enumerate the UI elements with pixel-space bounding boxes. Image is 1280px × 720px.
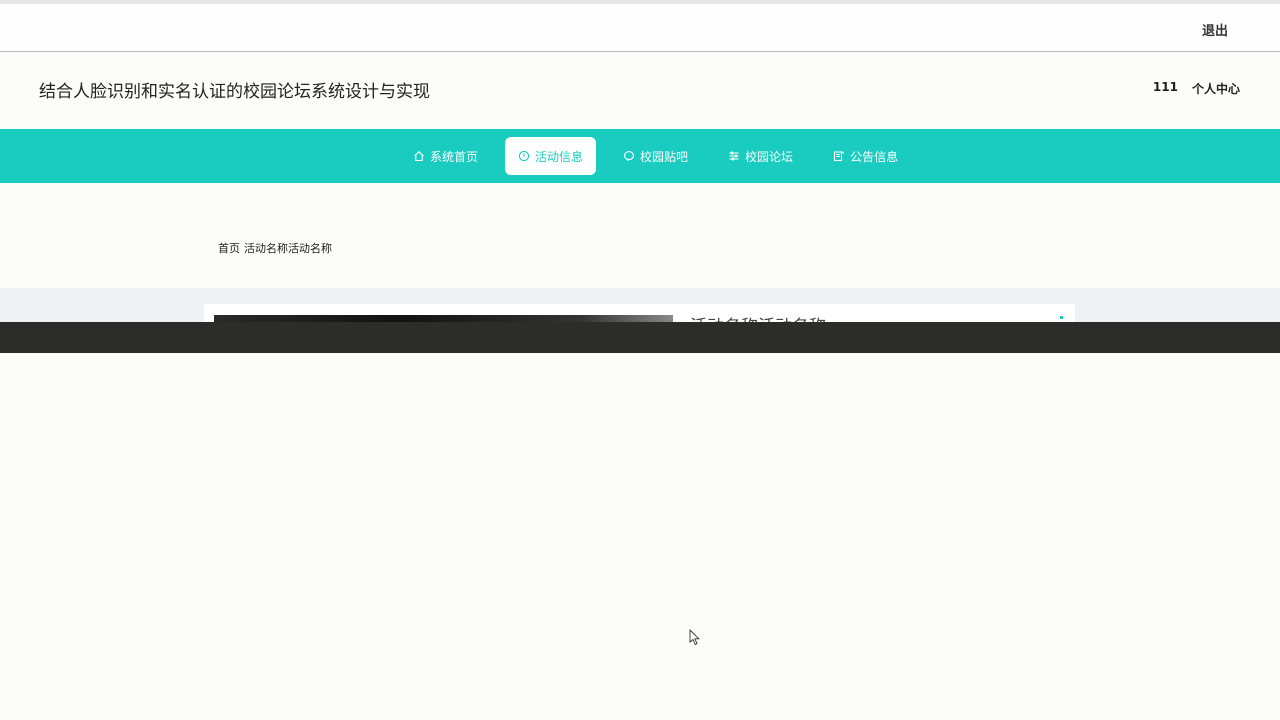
breadcrumb-home[interactable]: 首页 (218, 240, 240, 256)
dark-overlay-band (0, 322, 1280, 353)
nav-item-tieba[interactable]: 校园贴吧 (610, 137, 701, 175)
profile-link[interactable]: 个人中心 (1192, 80, 1240, 97)
nav-item-home[interactable]: 系统首页 (400, 137, 491, 175)
chat-icon (624, 151, 634, 162)
breadcrumb-current: 活动名称活动名称 (244, 242, 332, 255)
sliders-icon (729, 151, 739, 161)
nav-item-label: 系统首页 (430, 149, 479, 164)
breadcrumb-area: 首页 活动名称活动名称 (0, 183, 1280, 288)
clock-icon (518, 150, 530, 162)
content-area: 活动名称活动名称 (0, 288, 1280, 322)
notice-icon (834, 151, 845, 162)
accent-dot (1060, 316, 1063, 319)
nav-item-label: 校园论坛 (745, 149, 794, 164)
nav-item-label: 公告信息 (850, 149, 899, 164)
activity-title: 活动名称活动名称 (690, 312, 826, 322)
nav-list: 系统首页 活动信息 校园贴吧 校园论坛 公告信息 (400, 137, 925, 175)
nav-item-activities[interactable]: 活动信息 (505, 137, 597, 175)
activity-image (214, 315, 673, 322)
home-icon (414, 151, 424, 162)
activity-detail-card: 活动名称活动名称 (204, 304, 1075, 322)
top-bar: 退出 (0, 0, 1280, 52)
nav-item-label: 校园贴吧 (640, 149, 689, 164)
mouse-cursor-icon (689, 629, 700, 646)
nav-item-notice[interactable]: 公告信息 (820, 137, 911, 175)
nav-item-label: 活动信息 (535, 149, 584, 164)
nav-item-forum[interactable]: 校园论坛 (715, 137, 806, 175)
user-area: 111 个人中心 (1153, 80, 1240, 97)
breadcrumb: 首页 活动名称活动名称 (218, 240, 332, 256)
site-title: 结合人脸识别和实名认证的校园论坛系统设计与实现 (39, 82, 430, 102)
site-header: 结合人脸识别和实名认证的校园论坛系统设计与实现 111 个人中心 (0, 52, 1280, 129)
main-nav: 系统首页 活动信息 校园贴吧 校园论坛 公告信息 (0, 129, 1280, 183)
username-link[interactable]: 111 (1153, 80, 1178, 97)
logout-link[interactable]: 退出 (1202, 20, 1228, 39)
